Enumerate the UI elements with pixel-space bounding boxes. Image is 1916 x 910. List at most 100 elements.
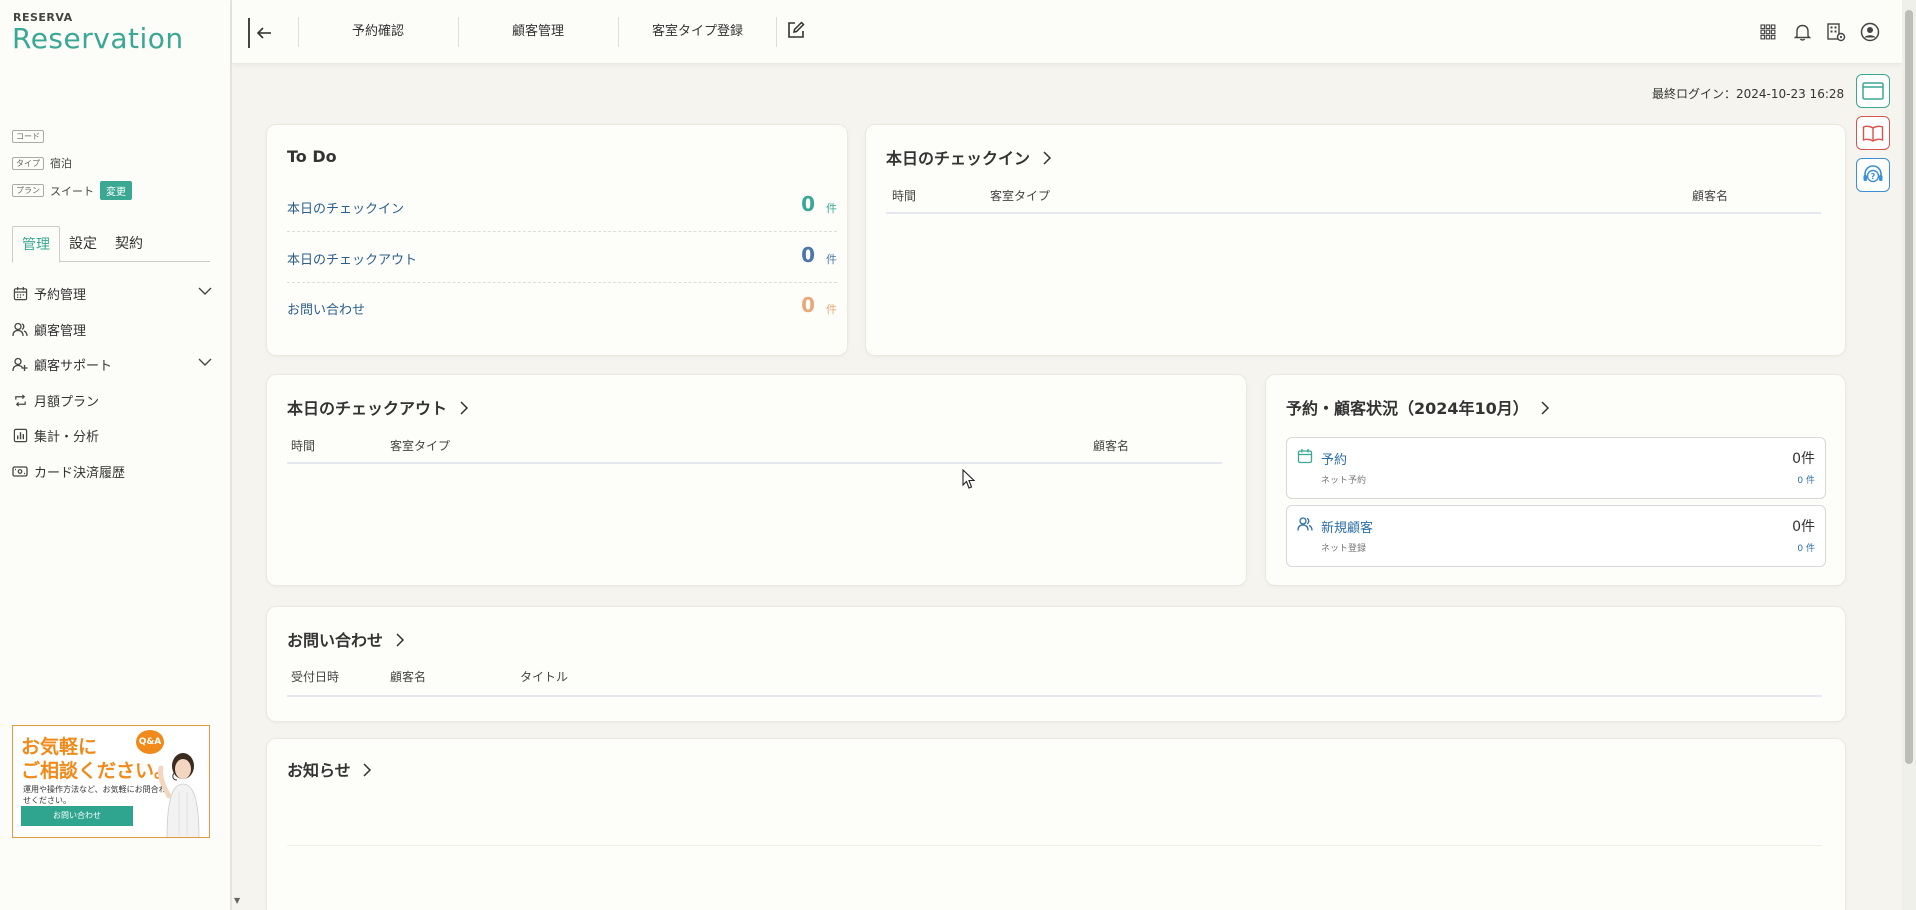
type-tag: タイプ <box>12 156 44 170</box>
column-header-customer: 顧客名 <box>1093 439 1130 453</box>
todo-row-checkin[interactable]: 本日のチェックイン 0 件 <box>287 182 837 232</box>
sidebar-item-reservations[interactable]: 予約管理 <box>12 276 212 312</box>
info-type: タイプ 宿泊 <box>12 155 72 171</box>
sidebar-item-label: 集計・分析 <box>34 430 100 446</box>
scroll-down-arrow-icon[interactable]: ▼ <box>234 896 240 905</box>
sidebar-scrollbar[interactable] <box>230 0 232 910</box>
type-value: 宿泊 <box>50 157 72 170</box>
sidebar-item-card-history[interactable]: カード決済履歴 <box>12 454 212 490</box>
apps-grid-icon[interactable] <box>1757 21 1779 43</box>
todo-label[interactable]: 本日のチェックアウト <box>287 249 417 268</box>
bar-chart-icon <box>12 428 28 444</box>
chevron-down-icon[interactable] <box>198 285 212 300</box>
banner-heading-1: お気軽に <box>21 736 98 758</box>
stat-sub-value: 0 件 <box>1797 544 1815 554</box>
user-add-icon <box>12 357 28 373</box>
reservation-stat[interactable]: 予約 ネット予約 0件 0 件 <box>1286 437 1826 499</box>
change-plan-button[interactable]: 変更 <box>100 181 132 200</box>
sidebar-tabs: 管理 設定 契約 <box>12 226 210 263</box>
info-code: コード <box>12 130 44 143</box>
nav-customer-management[interactable]: 顧客管理 <box>512 20 564 39</box>
todo-card: To Do 本日のチェックイン 0 件 本日のチェックアウト 0 件 お問い合わ… <box>266 124 848 356</box>
nav-reservation-check[interactable]: 予約確認 <box>352 20 404 39</box>
status-title: 予約・顧客状況（2024年10月） <box>1286 399 1529 418</box>
plan-tag: プラン <box>12 184 44 197</box>
notices-divider <box>287 845 1822 846</box>
notices-card: お知らせ <box>266 738 1846 910</box>
sidebar-item-label: カード決済履歴 <box>34 465 126 481</box>
stat-label: 予約 <box>1321 453 1348 468</box>
inquiries-title: お問い合わせ <box>287 631 384 650</box>
status-card: 予約・顧客状況（2024年10月） 予約 ネット予約 0件 0 件 新規顧客 ネ… <box>1265 374 1846 586</box>
stat-label: 新規顧客 <box>1321 521 1374 536</box>
todo-row-inquiries[interactable]: お問い合わせ 0 件 <box>287 283 837 333</box>
todo-title: To Do <box>287 147 337 166</box>
arrow-left-icon <box>256 27 271 39</box>
sidebar-item-support[interactable]: 顧客サポート <box>12 347 212 383</box>
chevron-right-icon <box>1541 401 1550 415</box>
notices-title-link[interactable]: お知らせ <box>287 757 372 781</box>
table-divider <box>886 212 1821 214</box>
status-title-link[interactable]: 予約・顧客状況（2024年10月） <box>1286 395 1550 419</box>
new-customer-stat[interactable]: 新規顧客 ネット登録 0件 0 件 <box>1286 505 1826 567</box>
sidebar-item-monthly-plan[interactable]: 月額プラン <box>12 383 212 419</box>
plan-value: スイート <box>50 184 94 198</box>
chevron-right-icon <box>460 401 468 415</box>
browser-window-button[interactable] <box>1856 74 1890 108</box>
todo-unit: 件 <box>826 202 837 215</box>
browser-window-icon <box>1862 82 1884 100</box>
building-settings-icon[interactable] <box>1825 21 1847 43</box>
brand-logo[interactable]: Reservation <box>12 22 184 55</box>
sidebar: RESERVA Reservation コード タイプ 宿泊 プラン スイート … <box>0 0 230 910</box>
user-account-icon[interactable] <box>1859 21 1881 43</box>
header-divider <box>458 17 459 47</box>
stat-sub-value: 0 件 <box>1797 476 1815 486</box>
todo-label[interactable]: お問い合わせ <box>287 299 365 318</box>
notices-title: お知らせ <box>287 761 351 780</box>
tab-settings[interactable]: 設定 <box>60 226 106 262</box>
inquiries-title-link[interactable]: お問い合わせ <box>287 627 405 651</box>
chevron-down-icon[interactable] <box>198 356 212 371</box>
checkin-card: 本日のチェックイン 時間 客室タイプ 顧客名 <box>865 124 1846 356</box>
sidebar-item-customers[interactable]: 顧客管理 <box>12 312 212 348</box>
manual-book-button[interactable] <box>1856 116 1890 150</box>
column-header-customer: 顧客名 <box>1692 189 1729 203</box>
header-divider <box>618 17 619 47</box>
checkout-title: 本日のチェックアウト <box>287 399 448 418</box>
help-support-button[interactable]: ? <box>1856 158 1890 192</box>
chevron-right-icon <box>1043 151 1051 165</box>
edit-icon[interactable] <box>786 20 808 42</box>
chevron-right-icon <box>363 763 372 777</box>
info-plan: プラン スイート 変更 <box>12 181 132 200</box>
banner-heading-2: ご相談ください。 <box>21 760 174 782</box>
svg-text:?: ? <box>1871 172 1876 181</box>
help-headset-icon: ? <box>1863 165 1883 183</box>
bell-icon[interactable] <box>1791 21 1813 43</box>
code-tag: コード <box>12 130 44 143</box>
todo-row-checkout[interactable]: 本日のチェックアウト 0 件 <box>287 233 837 283</box>
header-divider <box>776 17 777 47</box>
todo-unit: 件 <box>826 253 837 266</box>
calendar-icon <box>1297 449 1313 464</box>
nav-room-type-registration[interactable]: 客室タイプ登録 <box>652 20 743 39</box>
sidebar-item-label: 予約管理 <box>34 288 87 304</box>
collapse-sidebar-button[interactable] <box>248 18 278 48</box>
banner-contact-button[interactable]: お問い合わせ <box>21 806 133 826</box>
checkin-title: 本日のチェックイン <box>886 149 1031 168</box>
main-scrollbar-thumb[interactable] <box>1905 10 1913 764</box>
column-header-title: タイトル <box>520 670 569 684</box>
stat-sub-label: ネット予約 <box>1321 476 1367 486</box>
checkin-title-link[interactable]: 本日のチェックイン <box>886 145 1052 169</box>
todo-label[interactable]: 本日のチェックイン <box>287 198 404 217</box>
checkout-title-link[interactable]: 本日のチェックアウト <box>287 395 469 419</box>
todo-count: 0 <box>801 192 815 216</box>
contact-banner[interactable]: お気軽に ご相談ください。 運用や操作方法など、お気軽にお問合わせください。 お… <box>12 725 210 838</box>
users-icon <box>1297 517 1313 531</box>
column-header-room-type: 客室タイプ <box>390 439 451 453</box>
tab-contract[interactable]: 契約 <box>106 226 152 262</box>
tab-manage[interactable]: 管理 <box>12 226 60 263</box>
stat-value: 0件 <box>1792 519 1815 535</box>
sidebar-item-analytics[interactable]: 集計・分析 <box>12 418 212 454</box>
checkout-card: 本日のチェックアウト 時間 客室タイプ 顧客名 <box>266 374 1247 586</box>
sidebar-item-label: 月額プラン <box>34 394 100 410</box>
